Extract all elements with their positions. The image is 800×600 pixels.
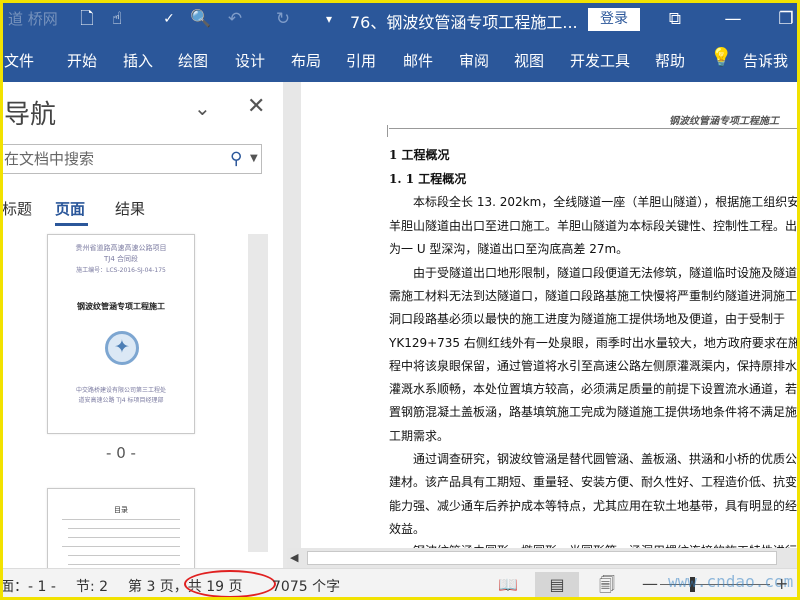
- window-title: 76、钢波纹管涵专项工程施工...: [350, 13, 578, 32]
- status-page-number[interactable]: 页面：- 1 -: [0, 576, 56, 596]
- tab-results[interactable]: 结果: [115, 198, 145, 219]
- zoom-in-button[interactable]: +: [775, 574, 788, 593]
- body-line: 本标段全长 13. 202km，全线隧道一座（羊胆山隧道），根据施工组织安排: [389, 195, 800, 209]
- heading-2: 1. 1 工程概况: [389, 172, 467, 186]
- thumb-toc-line: [68, 528, 180, 529]
- status-word-count[interactable]: 7075 个字: [272, 576, 340, 596]
- close-icon[interactable]: ✕: [247, 94, 265, 119]
- body-line: YK129+735 右侧红线外有一处泉眼，雨季时出水量较大，地方政府要求在施工过: [389, 336, 800, 350]
- thumb-toc-title: 目录: [114, 506, 128, 514]
- undo-icon[interactable]: ↶: [224, 8, 246, 30]
- redo-icon[interactable]: ↻: [272, 8, 294, 30]
- tab-file[interactable]: 文件: [4, 50, 34, 71]
- chevron-down-icon[interactable]: ⌄: [194, 96, 211, 120]
- page-thumbnail-cover[interactable]: 贵州省道路高速高速公路项目 TJ4 合同段 施工编号：LCS-2016-SJ-0…: [47, 234, 195, 434]
- search-icon[interactable]: ⚲: [230, 149, 242, 169]
- thumb-cover-title: 钢波纹管涵专项工程施工: [77, 302, 165, 311]
- spelling-check-icon[interactable]: ✓: [158, 8, 180, 30]
- navigation-pane: 导航 ⌄ ✕ ⚲ ▼ 标题 页面 结果 贵州省道路高速高速公路项目 TJ4 合同…: [0, 82, 283, 573]
- page-thumbnail-toc[interactable]: 目录: [47, 488, 195, 573]
- lightbulb-icon[interactable]: 💡: [710, 47, 732, 68]
- find-icon[interactable]: 🔍: [190, 8, 212, 30]
- status-section[interactable]: 节: 2: [76, 576, 108, 596]
- thumb-cover-line1: 贵州省道路高速高速公路项目: [75, 244, 167, 252]
- search-input[interactable]: [4, 150, 219, 168]
- body-line: 需施工材料无法到达隧道口，隧道口段路基施工快慢将严重制约隧道进洞施工: [389, 289, 798, 303]
- thumb-toc-line: [68, 555, 180, 556]
- web-layout-icon[interactable]: 🗐: [585, 572, 629, 597]
- heading-1: 1 工程概况: [389, 148, 450, 162]
- status-bar: 页面：- 1 - 节: 2 第 3 页，共 19 页 7075 个字 📖 ▤ 🗐…: [0, 568, 800, 600]
- nav-scrollbar[interactable]: [248, 234, 268, 552]
- thumb-toc-line: [62, 519, 180, 520]
- tab-draw[interactable]: 绘图: [178, 50, 208, 71]
- nav-pane-title: 导航: [4, 100, 57, 130]
- title-bar: 道 桥网 🗋 ☝ ✓ 🔍 ↶ ↻ ▾ 76、钢波纹管涵专项工程施工... 登录 …: [0, 0, 800, 38]
- login-button[interactable]: 登录: [588, 8, 640, 31]
- tab-review[interactable]: 审阅: [459, 50, 489, 71]
- body-line: 建材。该产品具有工期短、重量轻、安装方便、耐久性好、工程造价低、抗变形: [389, 475, 800, 489]
- tab-references[interactable]: 引用: [346, 50, 376, 71]
- body-line: 为一 U 型深沟，隧道出口至沟底高差 27m。: [389, 242, 629, 256]
- margin-corner-mark: [387, 125, 388, 137]
- scroll-left-icon[interactable]: ◀: [290, 551, 298, 564]
- thumb-cover-footer2: 道安高速公路 TJ4 标项目经理部: [78, 397, 164, 404]
- header-rule: [389, 128, 800, 129]
- tab-developer[interactable]: 开发工具: [570, 50, 630, 71]
- tab-insert[interactable]: 插入: [123, 50, 153, 71]
- print-layout-icon[interactable]: ▤: [535, 572, 579, 597]
- scroll-thumb[interactable]: [307, 551, 777, 565]
- watermark: 道 桥网: [8, 10, 58, 28]
- zoom-out-button[interactable]: —: [642, 574, 658, 593]
- thumb-cover-line2: TJ4 合同段: [103, 255, 139, 263]
- horizontal-scrollbar[interactable]: ◀: [287, 548, 800, 568]
- ribbon-tabs: 文件 开始 插入 绘图 设计 布局 引用 邮件 审阅 视图 开发工具 帮助 💡 …: [0, 38, 800, 82]
- body-line: 能力强、减少通车后养护成本等特点，尤其应用在软土地基带，具有明显的经济: [389, 499, 800, 513]
- nav-search-box[interactable]: ⚲ ▼: [0, 144, 262, 174]
- tab-help[interactable]: 帮助: [655, 50, 685, 71]
- page-thumbnails: 贵州省道路高速高速公路项目 TJ4 合同段 施工编号：LCS-2016-SJ-0…: [0, 234, 283, 573]
- running-header: 钢波纹管涵专项工程施工: [669, 116, 779, 127]
- document-canvas[interactable]: 钢波纹管涵专项工程施工 1 工程概况 1. 1 工程概况 本标段全长 13. 2…: [301, 82, 800, 568]
- customize-icon[interactable]: ▾: [318, 8, 340, 30]
- body-line: 灌溉水系顺畅，本处位置填方较高，必须满足质量的前提下设置流水通道，若设: [389, 382, 800, 396]
- search-options-icon[interactable]: ▼: [250, 153, 258, 164]
- body-line: 由于受隧道出口地形限制，隧道口段便道无法修筑，隧道临时设施及隧道施: [389, 266, 800, 280]
- thumb-toc-line: [62, 546, 180, 547]
- tab-home[interactable]: 开始: [67, 50, 97, 71]
- thumb-toc-line: [68, 537, 180, 538]
- body-line: 羊胆山隧道由出口至进口施工。羊胆山隧道为本标段关键性、控制性工程。出口: [389, 219, 800, 233]
- body-line: 程中将该泉眼保留，通过管道将水引至高速公路左侧原灌溉渠内，保持原排水及: [389, 359, 800, 373]
- emblem-icon: [105, 331, 139, 365]
- tab-mailings[interactable]: 邮件: [403, 50, 433, 71]
- tab-headings[interactable]: 标题: [2, 198, 32, 219]
- highlight-circle: [184, 570, 276, 598]
- touch-mode-icon[interactable]: ☝: [106, 8, 128, 30]
- body-line: 工期需求。: [389, 429, 450, 443]
- new-document-icon[interactable]: 🗋: [76, 8, 98, 30]
- tab-pages[interactable]: 页面: [55, 198, 85, 219]
- body-line: 置钢筋混凝土盖板涵，路基填筑施工完成为隧道施工提供场地条件将不满足施工: [389, 405, 800, 419]
- read-mode-icon[interactable]: 📖: [486, 572, 530, 597]
- thumb-cover-footer1: 中交路桥建设有限公司第三工程处: [75, 387, 166, 394]
- tab-design[interactable]: 设计: [235, 50, 265, 71]
- pane-splitter[interactable]: [283, 82, 301, 568]
- active-tab-indicator: [55, 223, 88, 226]
- body-line: 洞口段路基必须以最快的施工进度为隧道施工提供场地及便道，由于受制于: [389, 312, 786, 326]
- body-line: 通过调查研究，钢波纹管涵是替代圆管涵、盖板涵、拱涵和小桥的优质公路: [389, 452, 800, 466]
- tab-view[interactable]: 视图: [514, 50, 544, 71]
- ribbon-display-icon[interactable]: ⧉: [664, 8, 686, 30]
- thumb-page-label: - 0 -: [106, 444, 136, 462]
- body-line: 效益。: [389, 522, 426, 536]
- tell-me-search[interactable]: 告诉我: [743, 50, 788, 71]
- restore-icon[interactable]: ❐: [775, 8, 797, 30]
- thumb-cover-line3: 施工编号：LCS-2016-SJ-04-175: [76, 267, 166, 274]
- minimize-icon[interactable]: —: [722, 8, 744, 30]
- thumb-toc-line: [68, 564, 180, 565]
- tab-layout[interactable]: 布局: [291, 50, 321, 71]
